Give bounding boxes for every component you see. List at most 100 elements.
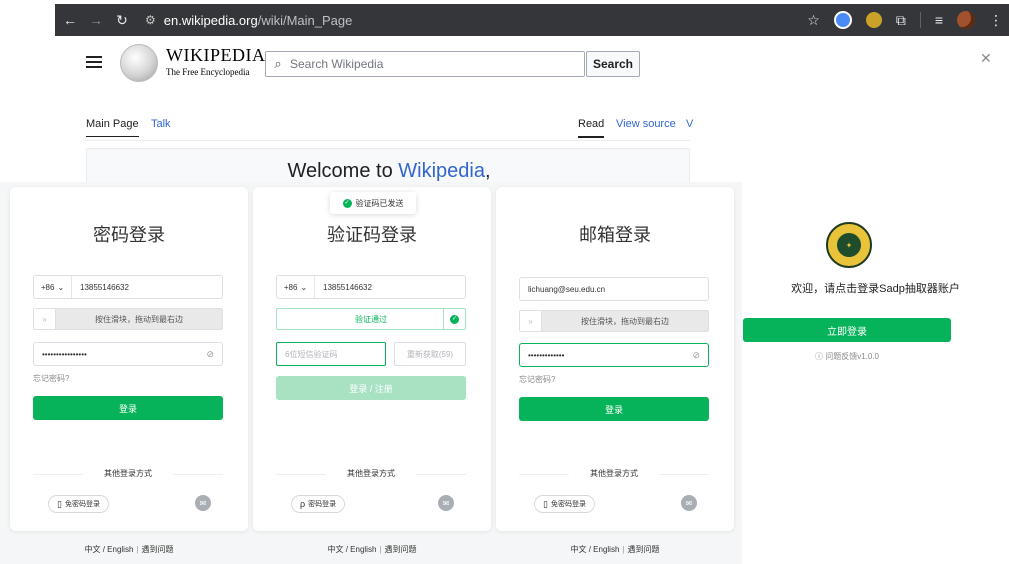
university-seal-logo: ✦ bbox=[826, 222, 872, 268]
forgot-password-link[interactable]: 忘记密码? bbox=[33, 373, 69, 384]
help-link[interactable]: 遇到问题 bbox=[627, 545, 659, 554]
wikipedia-globe-logo[interactable] bbox=[120, 44, 158, 82]
extensions-puzzle-icon[interactable]: ⧉ bbox=[896, 12, 906, 29]
slider-verified: 验证通过 ✓ bbox=[276, 308, 466, 330]
language-switch[interactable]: 中文 / English bbox=[328, 545, 377, 554]
eye-off-icon[interactable]: ⊘ bbox=[206, 349, 214, 360]
url-host: en.wikipedia.org bbox=[163, 12, 258, 28]
slider-text: 按住滑块，拖动到最右边 bbox=[95, 314, 183, 324]
forward-icon[interactable]: → bbox=[85, 12, 107, 28]
password-field[interactable]: •••••••••••••••• ⊘ bbox=[33, 342, 223, 366]
phone-value: 13855146632 bbox=[80, 282, 129, 292]
media-control-icon[interactable]: ≡ bbox=[935, 12, 943, 28]
language-switch[interactable]: 中文 / English bbox=[85, 545, 134, 554]
tab-read[interactable]: Read bbox=[578, 118, 605, 138]
card-footer: 中文 / English | 遇到问题 bbox=[496, 544, 734, 555]
phone-icon: ▯ bbox=[543, 498, 548, 509]
other-login-divider: 其他登录方式 bbox=[33, 468, 223, 480]
password-field[interactable]: ••••••••••••• ⊘ bbox=[519, 343, 709, 367]
extension-icon[interactable] bbox=[833, 11, 852, 29]
seal-emblem: ✦ bbox=[835, 231, 863, 259]
alt-login-label: 免密码登录 bbox=[64, 501, 100, 508]
other-login-divider: 其他登录方式 bbox=[276, 468, 466, 480]
side-welcome-text: 欢迎，请点击登录Sadp抽取器账户 bbox=[791, 283, 960, 295]
tab-main-page[interactable]: Main Page bbox=[86, 118, 139, 137]
password-value: •••••••••••••••• bbox=[42, 349, 87, 359]
email-login-icon[interactable]: ✉ bbox=[438, 495, 454, 511]
search-box[interactable]: ⌕ bbox=[265, 51, 585, 77]
extension-icon[interactable] bbox=[865, 12, 882, 28]
card-footer: 中文 / English | 遇到问题 bbox=[10, 544, 248, 555]
main-menu-icon[interactable] bbox=[86, 56, 102, 70]
country-code: +86 bbox=[40, 282, 55, 292]
language-switch[interactable]: 中文 / English bbox=[571, 545, 620, 554]
help-link[interactable]: 遇到问题 bbox=[384, 545, 416, 554]
wiki-header: WIKIPEDIA The Free Encyclopedia ⌕ Search bbox=[86, 44, 690, 82]
search-input[interactable] bbox=[290, 57, 580, 71]
passwordless-login-button[interactable]: ▯ 免密码登录 bbox=[534, 495, 595, 513]
chevron-down-icon: ⌄ bbox=[57, 282, 65, 292]
email-login-icon[interactable]: ✉ bbox=[195, 495, 211, 511]
forgot-password-link[interactable]: 忘记密码? bbox=[519, 374, 555, 385]
search-button[interactable]: Search bbox=[586, 51, 640, 77]
email-login-icon[interactable]: ✉ bbox=[681, 495, 697, 511]
slider-captcha[interactable]: » 按住滑块，拖动到最右边 bbox=[519, 310, 709, 332]
alt-login-label: 免密码登录 bbox=[550, 501, 586, 508]
profile-avatar[interactable] bbox=[957, 11, 975, 29]
card-title: 邮箱登录 bbox=[579, 225, 651, 245]
check-icon: ✓ bbox=[450, 314, 459, 324]
card-footer: 中文 / English | 遇到问题 bbox=[253, 544, 491, 555]
tab-view-history[interactable]: V bbox=[686, 118, 693, 130]
passwordless-login-button[interactable]: ▯ 免密码登录 bbox=[48, 495, 109, 513]
country-code-select[interactable]: +86 ⌄ bbox=[277, 276, 315, 298]
country-code-select[interactable]: +86 ⌄ bbox=[34, 276, 72, 298]
wikipedia-wordmark[interactable]: WIKIPEDIA bbox=[166, 45, 265, 66]
login-button[interactable]: 登录 bbox=[519, 397, 709, 421]
wikipedia-link[interactable]: Wikipedia bbox=[398, 160, 485, 182]
toolbar-actions: ☆ ⧉ ≡ ⋮ bbox=[807, 4, 1003, 36]
phone-field[interactable]: +86 ⌄ 13855146632 bbox=[33, 275, 223, 299]
wikipedia-tagline: The Free Encyclopedia bbox=[166, 67, 250, 77]
resend-code-button[interactable]: 重新获取(59) bbox=[394, 342, 466, 366]
email-login-card: 邮箱登录 lichuang@seu.edu.cn » 按住滑块，拖动到最右边 •… bbox=[496, 187, 734, 531]
slider-handle-icon[interactable]: » bbox=[520, 311, 542, 331]
eye-off-icon[interactable]: ⊘ bbox=[692, 350, 700, 361]
help-link[interactable]: 遇到问题 bbox=[141, 545, 173, 554]
email-field[interactable]: lichuang@seu.edu.cn bbox=[519, 277, 709, 301]
page-tabs: Main Page Talk Read View source V bbox=[86, 116, 693, 140]
version-text: 问题反馈v1.0.0 bbox=[825, 352, 880, 361]
alt-login-label: 密码登录 bbox=[308, 501, 337, 508]
tab-talk[interactable]: Talk bbox=[151, 118, 171, 130]
email-value: lichuang@seu.edu.cn bbox=[528, 284, 606, 294]
password-value: ••••••••••••• bbox=[528, 350, 565, 360]
password-login-card: 密码登录 +86 ⌄ 13855146632 » 按住滑块，拖动到最右边 ••••… bbox=[10, 187, 248, 531]
slider-handle-icon[interactable]: » bbox=[34, 309, 56, 329]
browser-toolbar: ← → ↻ ⚙ en.wikipedia.org /wiki/Main_Page… bbox=[55, 4, 1009, 36]
verified-badge: ✓ bbox=[443, 309, 465, 329]
bookmark-star-icon[interactable]: ☆ bbox=[807, 12, 820, 29]
tabs-divider bbox=[86, 140, 690, 141]
screen: ← → ↻ ⚙ en.wikipedia.org /wiki/Main_Page… bbox=[0, 0, 1009, 564]
slider-captcha[interactable]: » 按住滑块，拖动到最右边 bbox=[33, 308, 223, 330]
verified-text: 验证通过 bbox=[355, 314, 387, 324]
menu-icon[interactable]: ⋮ bbox=[989, 12, 1003, 29]
back-icon[interactable]: ← bbox=[59, 12, 81, 28]
tab-view-source[interactable]: View source bbox=[616, 118, 676, 130]
slider-text: 按住滑块，拖动到最右边 bbox=[581, 316, 669, 326]
site-settings-icon[interactable]: ⚙ bbox=[145, 13, 156, 27]
feedback-version-link[interactable]: ⓘ 问题反馈v1.0.0 bbox=[743, 351, 951, 362]
reload-icon[interactable]: ↻ bbox=[111, 12, 133, 29]
welcome-prefix: Welcome to bbox=[287, 160, 399, 182]
close-icon[interactable]: ✕ bbox=[980, 50, 992, 67]
login-button[interactable]: 登录 bbox=[33, 396, 223, 420]
login-register-button[interactable]: 登录 / 注册 bbox=[276, 376, 466, 400]
password-login-button[interactable]: ρ 密码登录 bbox=[291, 495, 346, 513]
other-login-divider: 其他登录方式 bbox=[519, 468, 709, 480]
sms-code-input[interactable]: 6位短信验证码 bbox=[276, 342, 386, 366]
search-icon: ⌕ bbox=[274, 56, 282, 71]
login-now-button[interactable]: 立即登录 bbox=[743, 318, 951, 342]
phone-field[interactable]: +86 ⌄ 13855146632 bbox=[276, 275, 466, 299]
chevron-down-icon: ⌄ bbox=[300, 282, 308, 292]
address-bar[interactable]: ⚙ en.wikipedia.org /wiki/Main_Page bbox=[145, 9, 845, 31]
phone-icon: ▯ bbox=[57, 498, 62, 509]
